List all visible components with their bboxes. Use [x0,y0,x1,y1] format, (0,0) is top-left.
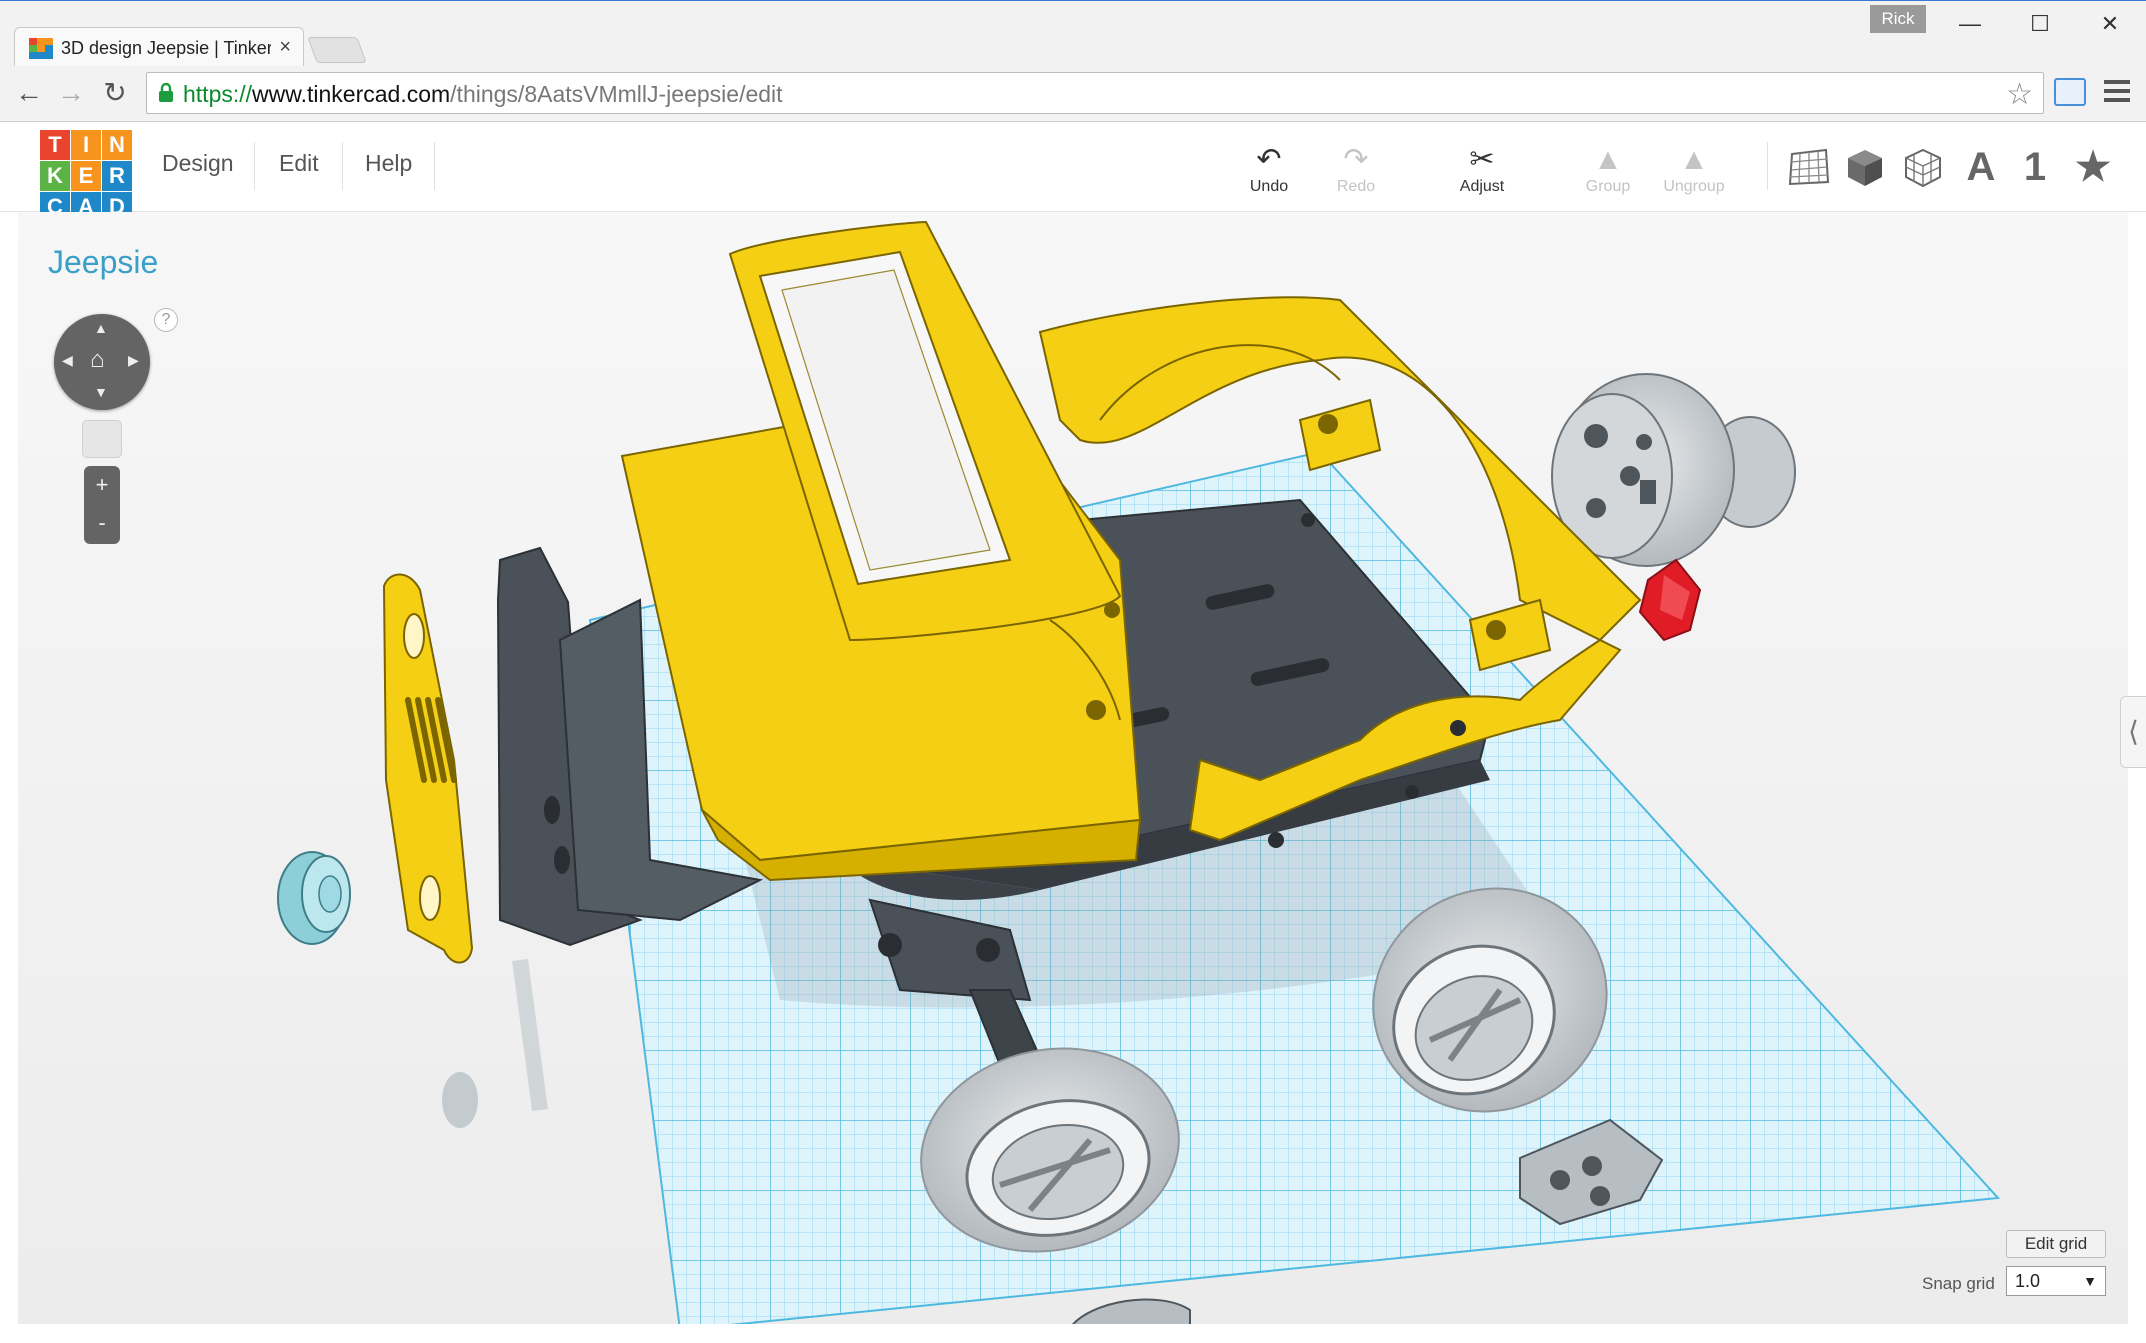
grid-icon[interactable] [1786,144,1832,190]
browser-toolbar: ← → ↻ https://www.tinkercad.com/things/8… [0,66,2146,122]
front-grille[interactable] [382,573,474,964]
orbit-right-icon[interactable]: ▶ [128,352,139,369]
group-label: Group [1585,178,1631,195]
orbit-up-icon[interactable]: ▲ [94,320,108,336]
browser-titlebar: 3D design Jeepsie | Tinker × Rick — ☐ ✕ [0,0,2146,67]
redo-icon: ↷ [1343,143,1369,176]
logo-letter: I [71,130,101,160]
url-text: https://www.tinkercad.com/things/8AatsVM… [183,81,783,108]
solid-cube-icon[interactable] [1842,144,1888,190]
chevron-down-icon: ▼ [2083,1273,2097,1289]
bookmark-star-icon[interactable]: ☆ [2006,77,2033,112]
zoom-out-button[interactable]: - [84,504,120,542]
tab-close-icon[interactable]: × [279,36,291,59]
snap-grid-select[interactable]: 1.0 ▼ [2006,1266,2106,1296]
browser-menu-icon[interactable] [2104,80,2130,102]
profile-badge[interactable]: Rick [1870,5,1926,33]
logo-letter: R [102,161,132,191]
tinkercad-favicon-icon [29,38,53,59]
app-header: TINKERCAD Design Edit Help ↶ Undo ↷ Redo… [0,122,2146,222]
orbit-control[interactable]: ▲ ▼ ◀ ▶ ⌂ [54,314,150,410]
maximize-button[interactable]: ☐ [2010,7,2070,41]
home-icon[interactable]: ⌂ [90,346,105,374]
ungroup-icon: ▲ [1679,143,1709,176]
menu-divider [434,142,435,190]
tab-title: 3D design Jeepsie | Tinker [61,38,271,58]
new-tab-button[interactable] [307,37,367,63]
ungroup-button[interactable]: ▲ Ungroup [1654,142,1734,196]
orbit-left-icon[interactable]: ◀ [62,352,73,369]
snap-grid-label: Snap grid [1922,1274,1995,1293]
menu-divider [254,142,255,190]
logo-letter: E [71,161,101,191]
menu-edit[interactable]: Edit [279,150,319,177]
browser-tab[interactable]: 3D design Jeepsie | Tinker × [14,27,304,67]
logo-letter: N [102,130,132,160]
adjust-label: Adjust [1459,178,1505,195]
url-path: /things/8AatsVMmllJ-jeepsie/edit [450,81,783,107]
text-icon[interactable]: A [1958,144,2004,190]
menu-help[interactable]: Help [365,150,412,177]
wireframe-cube-icon[interactable] [1900,144,1946,190]
edit-grid-button[interactable]: Edit grid [2006,1230,2106,1258]
view-help-button[interactable]: ? [154,308,178,332]
redo-label: Redo [1336,178,1376,195]
url-host: www.tinkercad.com [252,81,451,107]
zoom-control: + - [84,466,120,544]
lock-icon [159,83,173,102]
star-icon[interactable]: ★ [2070,144,2116,190]
fit-view-button[interactable] [82,420,122,458]
minimize-button[interactable]: — [1940,7,2000,41]
zoom-in-button[interactable]: + [84,466,120,504]
group-button[interactable]: ▲ Group [1568,142,1648,196]
orbit-down-icon[interactable]: ▼ [94,384,108,400]
group-icon: ▲ [1593,143,1623,176]
undo-icon: ↶ [1256,143,1282,176]
extension-icon[interactable] [2054,78,2086,106]
spare-tire[interactable] [1551,373,1796,567]
headlight[interactable] [277,851,351,945]
back-button[interactable]: ← [12,76,46,110]
3d-scene[interactable] [18,212,2128,1324]
toolbar-divider [1767,142,1768,190]
snap-grid-value: 1.0 [2015,1271,2041,1291]
partial-hub[interactable] [1070,1298,1191,1324]
url-scheme: https:// [183,81,253,107]
undo-label: Undo [1249,178,1289,195]
tinkercad-logo[interactable]: TINKERCAD [40,130,132,222]
menu-divider [342,142,343,190]
reload-button[interactable]: ↻ [98,76,132,110]
menu-design[interactable]: Design [162,150,234,177]
undo-button[interactable]: ↶ Undo [1229,142,1309,196]
tail-light[interactable] [1638,558,1702,642]
address-bar[interactable]: https://www.tinkercad.com/things/8AatsVM… [146,72,2044,114]
screen: 3D design Jeepsie | Tinker × Rick — ☐ ✕ … [0,0,2146,1343]
redo-button[interactable]: ↷ Redo [1316,142,1396,196]
design-name[interactable]: Jeepsie [48,244,158,281]
logo-letter: K [40,161,70,191]
side-panel-toggle[interactable]: ⟨ [2120,696,2146,768]
logo-letter: T [40,130,70,160]
workplane-viewport[interactable] [18,212,2128,1324]
adjust-button[interactable]: ✂ Adjust [1442,142,1522,196]
ungroup-label: Ungroup [1663,178,1725,195]
number-icon[interactable]: 1 [2012,144,2058,190]
adjust-icon: ✂ [1469,143,1495,176]
close-window-button[interactable]: ✕ [2080,7,2140,41]
forward-button[interactable]: → [54,76,88,110]
